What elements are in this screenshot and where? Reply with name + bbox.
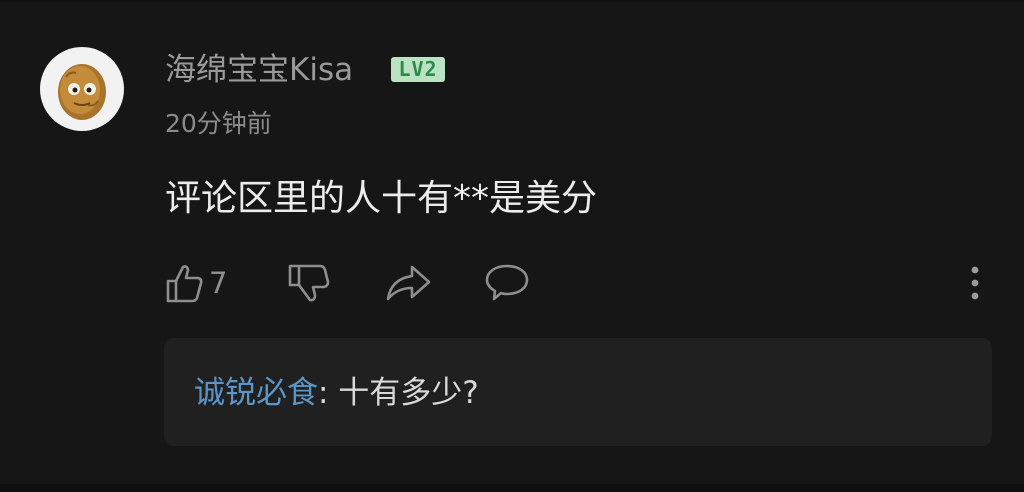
like-button[interactable]: 7 <box>165 262 237 304</box>
thumbs-down-icon <box>288 264 330 302</box>
top-divider <box>0 0 1024 2</box>
bottom-divider <box>0 484 1024 492</box>
thumbs-up-icon <box>166 265 203 303</box>
comment-text: 评论区里的人十有**是美分 <box>165 178 598 219</box>
username[interactable]: 海绵宝宝Kisa <box>165 50 353 90</box>
avatar[interactable] <box>40 47 124 131</box>
more-options-button[interactable] <box>962 264 988 304</box>
dislike-button[interactable] <box>286 262 332 304</box>
reply-line: 诚锐必食: 十有多少? <box>194 370 479 416</box>
timestamp: 20分钟前 <box>165 109 272 138</box>
comment-bubble-icon <box>485 264 529 301</box>
share-button[interactable] <box>384 262 432 304</box>
reply-text: 十有多少? <box>328 375 479 411</box>
more-vertical-icon <box>971 266 979 300</box>
level-badge: LV2 <box>391 57 445 82</box>
share-icon <box>386 265 431 301</box>
wall-nut-icon <box>58 64 106 120</box>
reply-separator: : <box>318 375 329 411</box>
reply-button[interactable] <box>484 262 530 304</box>
reply-author[interactable]: 诚锐必食 <box>194 375 318 411</box>
reply-preview[interactable]: 诚锐必食: 十有多少? <box>164 338 992 446</box>
like-count: 7 <box>209 266 228 300</box>
